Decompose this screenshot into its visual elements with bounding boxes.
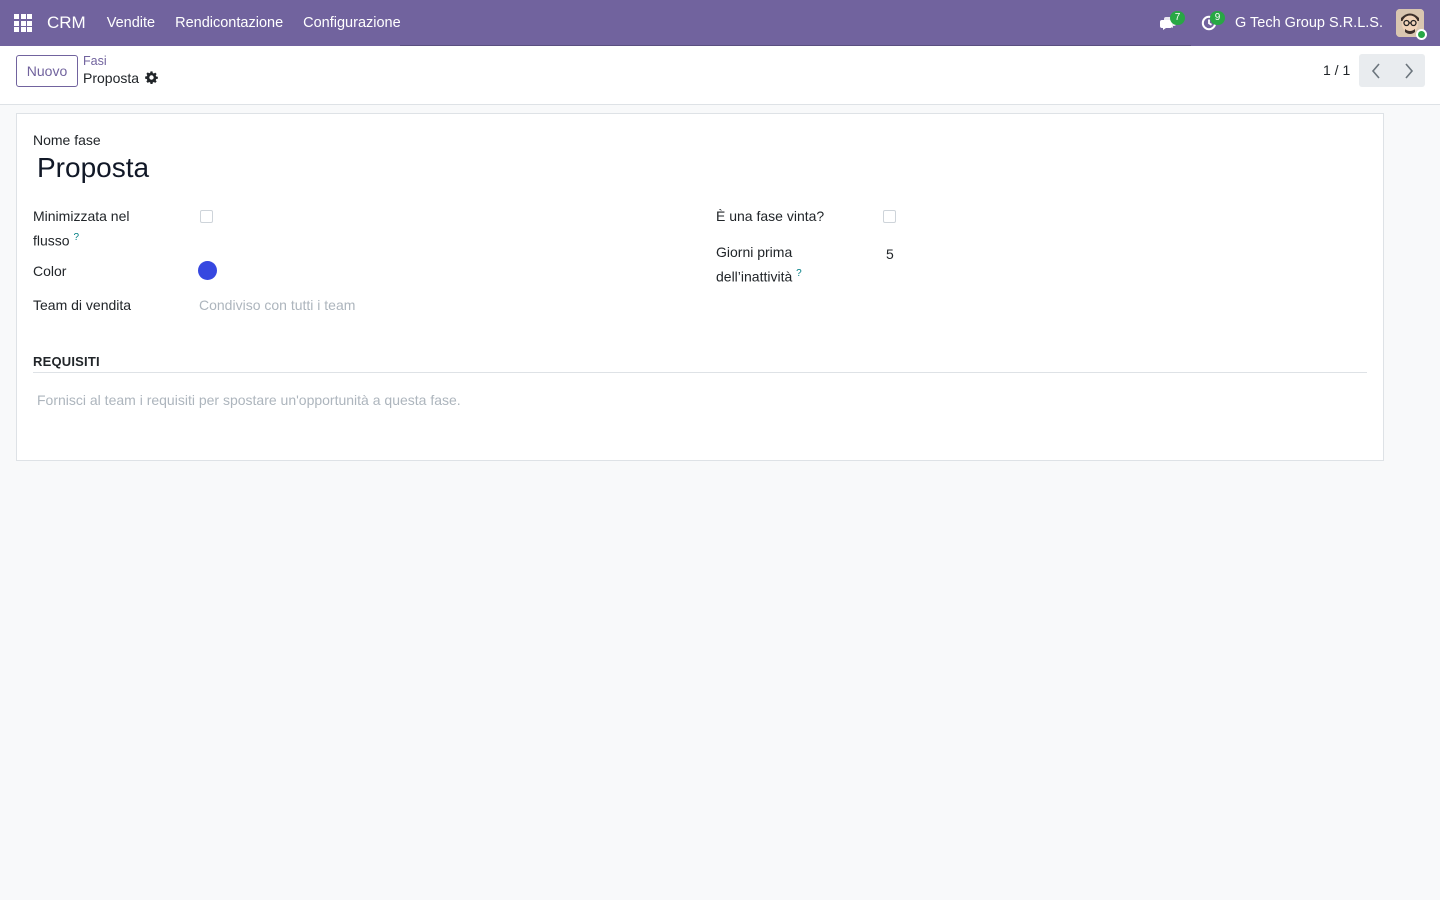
stage-name-field[interactable]: Proposta <box>37 152 149 184</box>
requirements-divider <box>33 372 1367 373</box>
app-menu-icon[interactable] <box>0 0 46 46</box>
won-stage-label: È una fase vinta? <box>716 208 825 224</box>
messages-button[interactable]: 7 <box>1149 0 1189 46</box>
chevron-left-icon <box>1371 62 1380 79</box>
breadcrumb-parent[interactable]: Fasi <box>83 54 107 68</box>
chevron-right-icon <box>1404 62 1413 79</box>
activities-badge: 9 <box>1209 11 1225 25</box>
activities-button[interactable]: 9 <box>1189 0 1229 46</box>
folded-label: Minimizzata nel flusso ? <box>33 208 130 249</box>
rotting-days-label: Giorni prima dell’inattività ? <box>716 244 802 285</box>
won-stage-checkbox[interactable] <box>883 210 896 223</box>
pager-previous-button[interactable] <box>1359 54 1392 87</box>
new-button[interactable]: Nuovo <box>16 55 78 87</box>
breadcrumb-current: Proposta <box>83 70 140 86</box>
color-label: Color <box>33 263 67 279</box>
form-sheet: Nome fase Proposta Minimizzata nel fluss… <box>16 113 1384 461</box>
rotting-help-icon[interactable]: ? <box>796 268 802 279</box>
pager-next-button[interactable] <box>1392 54 1425 87</box>
sales-team-label: Team di vendita <box>33 297 132 313</box>
user-avatar[interactable] <box>1396 9 1427 40</box>
requirements-section-title: REQUISITI <box>33 354 100 369</box>
top-navbar: CRM Vendite Rendicontazione Configurazio… <box>0 0 1440 46</box>
company-switcher[interactable]: G Tech Group S.R.L.S. <box>1229 15 1396 31</box>
app-name-crm[interactable]: CRM <box>46 13 97 33</box>
pager-value[interactable]: 1 / 1 <box>1323 62 1350 78</box>
menu-vendite[interactable]: Vendite <box>97 15 165 31</box>
menu-rendicontazione[interactable]: Rendicontazione <box>165 15 293 31</box>
color-picker[interactable] <box>198 261 217 280</box>
sales-team-field[interactable]: Condiviso con tutti i team <box>199 297 355 313</box>
online-status-dot <box>1416 29 1427 40</box>
folded-checkbox[interactable] <box>200 210 213 223</box>
messages-badge: 7 <box>1169 11 1185 25</box>
stage-name-label: Nome fase <box>33 132 101 148</box>
gear-icon[interactable] <box>145 71 158 84</box>
folded-help-icon[interactable]: ? <box>73 232 79 243</box>
rotting-days-field[interactable]: 5 <box>886 246 894 262</box>
requirements-field[interactable]: Fornisci al team i requisiti per spostar… <box>37 392 461 408</box>
control-panel: Nuovo Fasi Proposta 1 / 1 <box>0 46 1440 105</box>
menu-configurazione[interactable]: Configurazione <box>293 15 411 31</box>
